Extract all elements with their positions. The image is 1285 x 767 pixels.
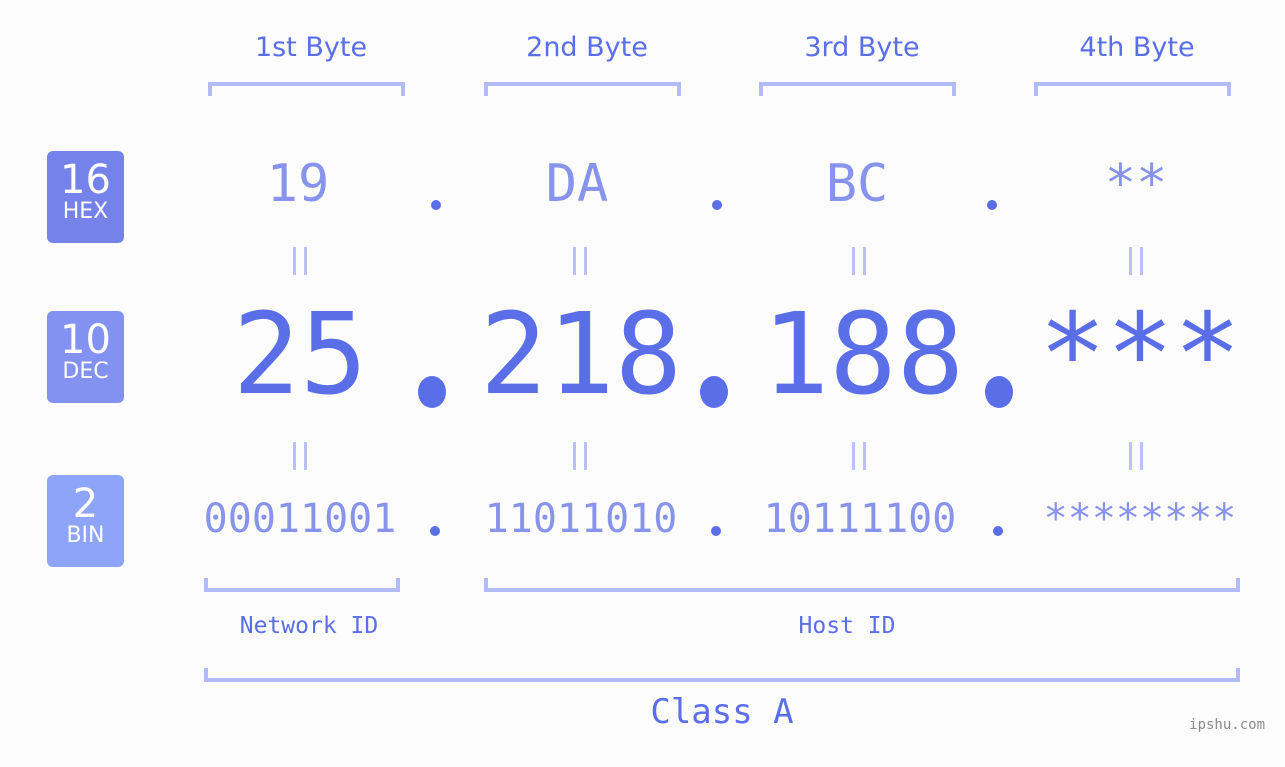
bin-value-4: ******** <box>1043 496 1237 542</box>
dec-separator-dot <box>985 376 1013 408</box>
dec-value-3: 188 <box>761 290 965 420</box>
dec-value-1: 25 <box>232 290 368 420</box>
bin-badge-number: 2 <box>72 481 99 527</box>
bin-separator-dot <box>993 526 1003 536</box>
watermark: ipshu.com <box>1189 717 1265 733</box>
byte-bracket-4 <box>1034 82 1231 96</box>
equals-sign <box>1129 247 1143 275</box>
hex-separator-dot <box>431 200 441 210</box>
byte-label-3: 3rd Byte <box>804 32 920 63</box>
dec-separator-dot <box>418 376 446 408</box>
byte-bracket-3 <box>759 82 956 96</box>
byte-label-1: 1st Byte <box>254 32 368 63</box>
dec-value-2: 218 <box>479 290 683 420</box>
dec-badge: 10 DEC <box>47 311 124 403</box>
byte-bracket-1 <box>208 82 405 96</box>
hex-separator-dot <box>987 200 997 210</box>
bin-value-1: 00011001 <box>203 496 397 542</box>
bin-separator-dot <box>430 526 440 536</box>
hex-value-4: ** <box>1104 154 1168 214</box>
equals-sign <box>293 247 307 275</box>
class-bracket <box>204 668 1240 682</box>
hex-value-2: DA <box>545 154 609 214</box>
network-id-bracket <box>204 578 400 592</box>
hex-value-1: 19 <box>266 154 330 214</box>
equals-sign <box>852 247 866 275</box>
bin-value-2: 11011010 <box>484 496 678 542</box>
network-id-label: Network ID <box>239 613 379 639</box>
dec-badge-label: DEC <box>62 359 109 384</box>
dec-value-4: *** <box>1038 290 1242 420</box>
hex-badge: 16 HEX <box>47 151 124 243</box>
host-id-label: Host ID <box>798 613 896 639</box>
byte-label-2: 2nd Byte <box>526 32 648 63</box>
equals-sign <box>293 442 307 470</box>
hex-separator-dot <box>712 200 722 210</box>
dec-separator-dot <box>700 376 728 408</box>
hex-value-3: BC <box>825 154 889 214</box>
equals-sign <box>573 247 587 275</box>
class-label: Class A <box>650 692 794 732</box>
dec-badge-number: 10 <box>60 317 111 363</box>
hex-badge-number: 16 <box>60 157 111 203</box>
bin-separator-dot <box>711 526 721 536</box>
bin-badge-label: BIN <box>66 523 105 548</box>
equals-sign <box>573 442 587 470</box>
host-id-bracket <box>484 578 1240 592</box>
bin-badge: 2 BIN <box>47 475 124 567</box>
bin-value-3: 10111100 <box>763 496 957 542</box>
equals-sign <box>852 442 866 470</box>
byte-bracket-2 <box>484 82 681 96</box>
equals-sign <box>1129 442 1143 470</box>
hex-badge-label: HEX <box>62 199 109 224</box>
byte-label-4: 4th Byte <box>1079 32 1195 63</box>
